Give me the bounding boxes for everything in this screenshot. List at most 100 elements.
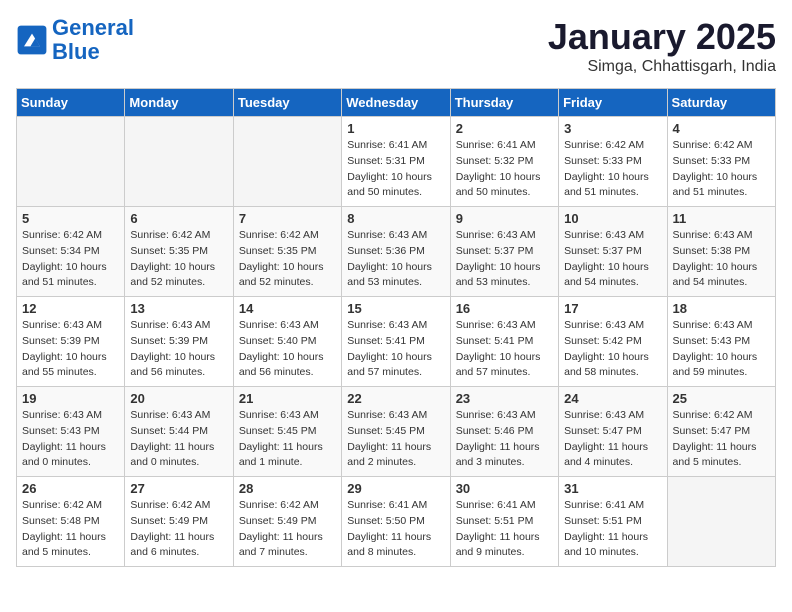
day-number: 25 [673,391,770,406]
day-cell: 9Sunrise: 6:43 AM Sunset: 5:37 PM Daylig… [450,207,558,297]
day-number: 10 [564,211,661,226]
day-info: Sunrise: 6:42 AM Sunset: 5:33 PM Dayligh… [673,138,770,201]
day-info: Sunrise: 6:43 AM Sunset: 5:36 PM Dayligh… [347,228,444,291]
day-cell: 20 Sunrise: 6:43 AM Sunset: 5:44 PM Dayli… [125,387,233,477]
logo-line2: Blue [52,39,100,64]
day-info: Sunrise: 6:41 AM Sunset: 5:51 PM Dayligh… [564,498,661,561]
day-info: Sunrise: 6:42 AM Sunset: 5:48 PM Dayligh… [22,498,119,561]
day-info: Sunrise: 6:42 AM Sunset: 5:35 PM Dayligh… [130,228,227,291]
logo-text: General Blue [52,16,134,64]
day-cell: 21Sunrise: 6:43 AM Sunset: 5:45 PM Dayli… [233,387,341,477]
day-info: Sunrise: 6:43 AM Sunset: 5:47 PM Dayligh… [564,408,661,471]
day-info: Sunrise: 6:42 AM Sunset: 5:34 PM Dayligh… [22,228,119,291]
day-cell [125,117,233,207]
header-cell-wednesday: Wednesday [342,89,450,117]
day-info: Sunrise: 6:43 AM Sunset: 5:43 PM Dayligh… [22,408,119,471]
day-info: Sunrise: 6:43 AM Sunset: 5:39 PM Dayligh… [130,318,227,381]
day-cell: 16Sunrise: 6:43 AM Sunset: 5:41 PM Dayli… [450,297,558,387]
day-number: 15 [347,301,444,316]
day-info: Sunrise: 6:43 AM Sunset: 5:44 PM Dayligh… [130,408,227,471]
day-number: 29 [347,481,444,496]
day-number: 7 [239,211,336,226]
day-cell: 12Sunrise: 6:43 AM Sunset: 5:39 PM Dayli… [17,297,125,387]
day-number: 24 [564,391,661,406]
day-info: Sunrise: 6:43 AM Sunset: 5:43 PM Dayligh… [673,318,770,381]
day-number: 13 [130,301,227,316]
header-cell-saturday: Saturday [667,89,775,117]
day-info: Sunrise: 6:42 AM Sunset: 5:49 PM Dayligh… [239,498,336,561]
day-info: Sunrise: 6:43 AM Sunset: 5:41 PM Dayligh… [347,318,444,381]
day-cell: 29Sunrise: 6:41 AM Sunset: 5:50 PM Dayli… [342,477,450,567]
day-cell: 31 Sunrise: 6:41 AM Sunset: 5:51 PM Dayli… [559,477,667,567]
day-number: 31 [564,481,661,496]
day-cell: 6 Sunrise: 6:42 AM Sunset: 5:35 PM Daylig… [125,207,233,297]
week-row-3: 12Sunrise: 6:43 AM Sunset: 5:39 PM Dayli… [17,297,776,387]
month-title: January 2025 [548,16,776,58]
day-number: 28 [239,481,336,496]
day-info: Sunrise: 6:43 AM Sunset: 5:45 PM Dayligh… [347,408,444,471]
day-number: 16 [456,301,553,316]
header-cell-monday: Monday [125,89,233,117]
day-info: Sunrise: 6:43 AM Sunset: 5:37 PM Dayligh… [456,228,553,291]
title-block: January 2025 Simga, Chhattisgarh, India [548,16,776,76]
day-cell: 4Sunrise: 6:42 AM Sunset: 5:33 PM Daylig… [667,117,775,207]
day-info: Sunrise: 6:43 AM Sunset: 5:38 PM Dayligh… [673,228,770,291]
day-cell: 22 Sunrise: 6:43 AM Sunset: 5:45 PM Dayli… [342,387,450,477]
week-row-5: 26 Sunrise: 6:42 AM Sunset: 5:48 PM Dayli… [17,477,776,567]
calendar-table: SundayMondayTuesdayWednesdayThursdayFrid… [16,88,776,567]
calendar-body: 1Sunrise: 6:41 AM Sunset: 5:31 PM Daylig… [17,117,776,567]
day-info: Sunrise: 6:43 AM Sunset: 5:46 PM Dayligh… [456,408,553,471]
location: Simga, Chhattisgarh, India [548,58,776,76]
day-number: 21 [239,391,336,406]
day-number: 26 [22,481,119,496]
header-cell-sunday: Sunday [17,89,125,117]
day-cell: 17Sunrise: 6:43 AM Sunset: 5:42 PM Dayli… [559,297,667,387]
day-cell: 3Sunrise: 6:42 AM Sunset: 5:33 PM Daylig… [559,117,667,207]
day-cell: 1Sunrise: 6:41 AM Sunset: 5:31 PM Daylig… [342,117,450,207]
logo-icon [16,24,48,56]
header-cell-thursday: Thursday [450,89,558,117]
day-info: Sunrise: 6:41 AM Sunset: 5:51 PM Dayligh… [456,498,553,561]
week-row-1: 1Sunrise: 6:41 AM Sunset: 5:31 PM Daylig… [17,117,776,207]
day-number: 20 [130,391,227,406]
day-cell: 15 Sunrise: 6:43 AM Sunset: 5:41 PM Dayli… [342,297,450,387]
day-cell: 8Sunrise: 6:43 AM Sunset: 5:36 PM Daylig… [342,207,450,297]
day-number: 6 [130,211,227,226]
logo: General Blue [16,16,134,64]
day-cell: 28 Sunrise: 6:42 AM Sunset: 5:49 PM Dayli… [233,477,341,567]
day-number: 23 [456,391,553,406]
day-info: Sunrise: 6:42 AM Sunset: 5:49 PM Dayligh… [130,498,227,561]
day-number: 27 [130,481,227,496]
header-cell-tuesday: Tuesday [233,89,341,117]
day-number: 1 [347,121,444,136]
calendar-header: SundayMondayTuesdayWednesdayThursdayFrid… [17,89,776,117]
day-info: Sunrise: 6:43 AM Sunset: 5:37 PM Dayligh… [564,228,661,291]
week-row-2: 5Sunrise: 6:42 AM Sunset: 5:34 PM Daylig… [17,207,776,297]
header-row: SundayMondayTuesdayWednesdayThursdayFrid… [17,89,776,117]
day-info: Sunrise: 6:42 AM Sunset: 5:33 PM Dayligh… [564,138,661,201]
day-number: 22 [347,391,444,406]
day-info: Sunrise: 6:41 AM Sunset: 5:32 PM Dayligh… [456,138,553,201]
day-cell [17,117,125,207]
day-cell [233,117,341,207]
day-cell: 13 Sunrise: 6:43 AM Sunset: 5:39 PM Dayli… [125,297,233,387]
logo-line1: General [52,15,134,40]
day-cell: 27 Sunrise: 6:42 AM Sunset: 5:49 PM Dayli… [125,477,233,567]
day-number: 19 [22,391,119,406]
day-info: Sunrise: 6:43 AM Sunset: 5:39 PM Dayligh… [22,318,119,381]
day-cell: 24 Sunrise: 6:43 AM Sunset: 5:47 PM Dayli… [559,387,667,477]
day-cell: 14Sunrise: 6:43 AM Sunset: 5:40 PM Dayli… [233,297,341,387]
day-cell: 18 Sunrise: 6:43 AM Sunset: 5:43 PM Dayli… [667,297,775,387]
day-number: 30 [456,481,553,496]
day-number: 18 [673,301,770,316]
day-info: Sunrise: 6:42 AM Sunset: 5:35 PM Dayligh… [239,228,336,291]
day-number: 17 [564,301,661,316]
header-cell-friday: Friday [559,89,667,117]
day-number: 2 [456,121,553,136]
day-cell: 11Sunrise: 6:43 AM Sunset: 5:38 PM Dayli… [667,207,775,297]
day-cell: 26 Sunrise: 6:42 AM Sunset: 5:48 PM Dayli… [17,477,125,567]
day-cell: 2 Sunrise: 6:41 AM Sunset: 5:32 PM Daylig… [450,117,558,207]
day-cell [667,477,775,567]
day-cell: 7 Sunrise: 6:42 AM Sunset: 5:35 PM Daylig… [233,207,341,297]
day-cell: 30 Sunrise: 6:41 AM Sunset: 5:51 PM Dayli… [450,477,558,567]
